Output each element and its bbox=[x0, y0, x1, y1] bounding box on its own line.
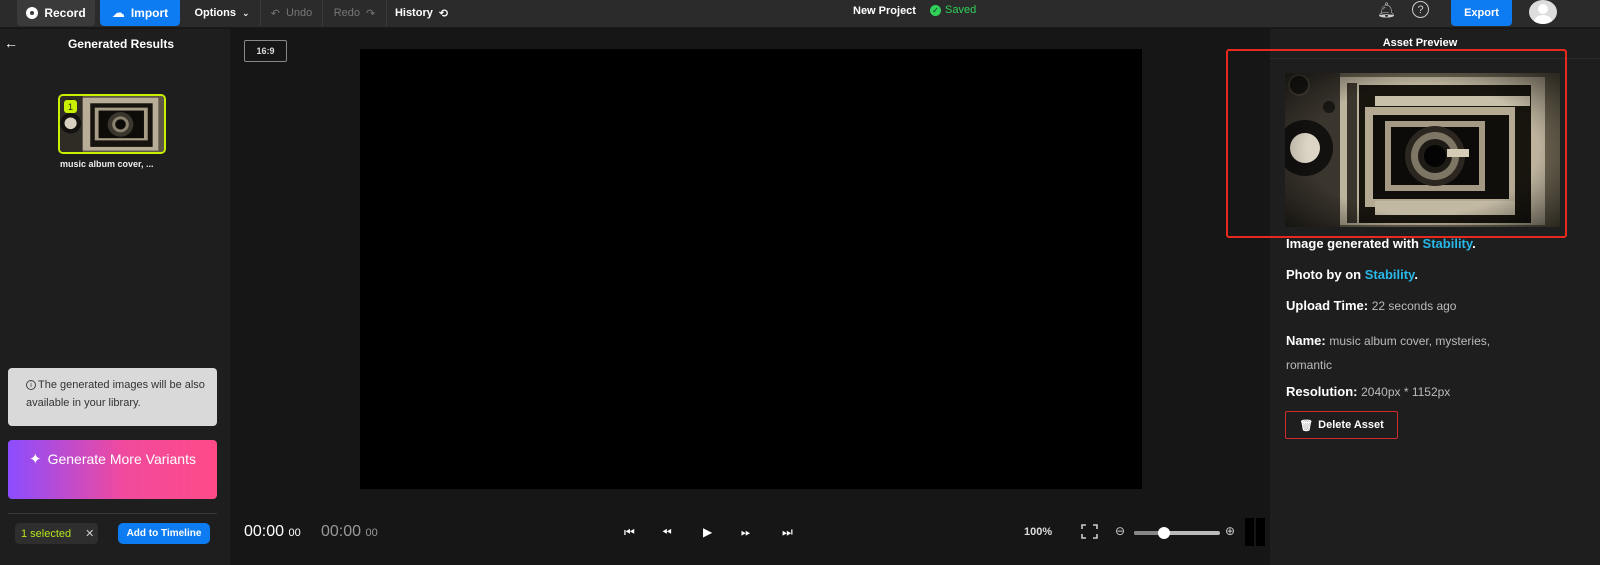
video-canvas[interactable] bbox=[360, 49, 1142, 489]
saved-status: ✓ Saved bbox=[930, 4, 976, 16]
undo-label: Undo bbox=[285, 7, 313, 19]
zoom-in-icon[interactable]: ⊕ bbox=[1225, 524, 1235, 538]
delete-label: Delete Asset bbox=[1318, 419, 1384, 431]
selection-count-chip: 1 selected ✕ bbox=[15, 523, 98, 544]
generate-label: Generate More Variants bbox=[47, 451, 196, 467]
rewind-icon[interactable]: ⏪︎ bbox=[662, 525, 672, 540]
add-to-timeline-button[interactable]: Add to Timeline bbox=[118, 523, 210, 544]
zoom-slider[interactable] bbox=[1134, 527, 1220, 539]
saved-label: Saved bbox=[945, 4, 977, 16]
result-label: music album cover, ... bbox=[60, 159, 154, 169]
resolution-label: Resolution: bbox=[1286, 384, 1358, 399]
panel-title: Generated Results bbox=[67, 37, 175, 51]
help-icon[interactable]: ? bbox=[1412, 1, 1429, 18]
skip-to-end-icon[interactable]: ⏭︎ bbox=[782, 525, 793, 540]
bell-icon[interactable]: 🔔︎ bbox=[1377, 1, 1396, 19]
history-label: History bbox=[394, 7, 433, 19]
generated-results-panel: ← Generated Results 1 music album cover,… bbox=[0, 29, 230, 565]
user-avatar[interactable] bbox=[1529, 0, 1557, 24]
selected-count: 1 selected bbox=[21, 527, 72, 540]
top-toolbar: Record ☁ Import Options ⌄ ↶ Undo Redo ↷ … bbox=[0, 0, 1600, 28]
record-button[interactable]: Record bbox=[17, 0, 95, 26]
selection-index-badge: 1 bbox=[64, 100, 77, 113]
sparkle-icon: ✦ bbox=[29, 451, 42, 468]
fast-forward-icon[interactable]: ⏩︎ bbox=[741, 525, 751, 540]
upload-time-value: 22 seconds ago bbox=[1371, 299, 1457, 313]
current-time-value: 00:00 bbox=[244, 523, 285, 540]
info-text: The generated images will be also availa… bbox=[26, 379, 205, 409]
aspect-ratio-button[interactable]: 16:9 bbox=[244, 40, 287, 62]
history-icon: ⟲ bbox=[438, 7, 449, 20]
photo-by-link[interactable]: Stability bbox=[1365, 267, 1415, 282]
fullscreen-icon[interactable] bbox=[1081, 524, 1098, 539]
resolution-line: Resolution: 2040px * 1152px bbox=[1286, 384, 1450, 399]
name-label: Name: bbox=[1286, 333, 1326, 348]
clear-selection-icon[interactable]: ✕ bbox=[85, 527, 94, 540]
zoom-out-icon[interactable]: ⊖ bbox=[1115, 524, 1125, 538]
total-time: 00:00 00 bbox=[321, 523, 378, 541]
cloud-upload-icon: ☁ bbox=[111, 5, 125, 20]
redo-label: Redo bbox=[333, 7, 361, 19]
project-title[interactable]: New Project bbox=[853, 5, 916, 17]
resolution-value: 2040px * 1152px bbox=[1361, 385, 1451, 399]
undo-icon: ↶ bbox=[270, 7, 280, 20]
divider bbox=[8, 513, 217, 514]
upload-time-line: Upload Time: 22 seconds ago bbox=[1286, 298, 1456, 313]
timeline-collapse-handle[interactable] bbox=[1245, 518, 1265, 546]
check-circle-icon: ✓ bbox=[930, 4, 941, 16]
generated-with-prefix: Image generated with bbox=[1286, 236, 1423, 251]
skip-to-start-icon[interactable]: ⏮︎ bbox=[624, 525, 635, 540]
export-button[interactable]: Export bbox=[1451, 0, 1512, 26]
result-thumbnail[interactable]: 1 bbox=[58, 94, 166, 154]
divider bbox=[1270, 58, 1600, 59]
options-label: Options bbox=[194, 7, 236, 19]
info-notice: i The generated images will be also avail… bbox=[8, 368, 217, 426]
zoom-percentage: 100% bbox=[1024, 526, 1053, 538]
panel-title: Asset Preview bbox=[1382, 37, 1458, 49]
generate-more-variants-button[interactable]: ✦ Generate More Variants bbox=[8, 440, 217, 499]
record-label: Record bbox=[44, 6, 86, 20]
import-button[interactable]: ☁ Import bbox=[100, 0, 180, 26]
redo-button[interactable]: Redo ↷ bbox=[322, 0, 386, 26]
current-time: 00:00 00 bbox=[244, 523, 301, 541]
history-button[interactable]: History ⟲ bbox=[386, 0, 456, 26]
redo-icon: ↷ bbox=[366, 7, 376, 20]
asset-preview-image bbox=[1285, 73, 1560, 227]
photo-by-line: Photo by on Stability. bbox=[1286, 267, 1418, 282]
camera-image bbox=[1285, 73, 1560, 227]
current-frames: 00 bbox=[288, 527, 301, 539]
trash-icon: 🗑︎ bbox=[1299, 419, 1314, 432]
total-frames: 00 bbox=[365, 527, 378, 539]
import-label: Import bbox=[130, 6, 169, 20]
info-icon: i bbox=[26, 380, 36, 390]
photo-by-prefix: Photo by on bbox=[1286, 267, 1365, 282]
upload-time-label: Upload Time: bbox=[1286, 298, 1369, 313]
zoom-slider-handle[interactable] bbox=[1158, 527, 1171, 539]
options-menu-button[interactable]: Options ⌄ bbox=[186, 0, 258, 26]
record-icon bbox=[26, 7, 39, 19]
asset-preview-panel: Asset Preview Image generated with Stabi… bbox=[1270, 29, 1600, 565]
generated-with-link[interactable]: Stability bbox=[1423, 236, 1473, 251]
generated-with-line: Image generated with Stability. bbox=[1286, 236, 1476, 251]
preview-stage: 16:9 00:00 00 00:00 00 ⏮︎ ⏪︎ ▶︎ ⏩︎ ⏭︎ 10… bbox=[230, 29, 1270, 565]
chevron-down-icon: ⌄ bbox=[242, 7, 250, 18]
delete-asset-button[interactable]: 🗑︎ Delete Asset bbox=[1285, 411, 1398, 439]
name-line: Name: music album cover, mysteries, roma… bbox=[1286, 329, 1536, 377]
total-time-value: 00:00 bbox=[321, 523, 362, 540]
play-icon[interactable]: ▶︎ bbox=[703, 525, 712, 539]
undo-button[interactable]: ↶ Undo bbox=[260, 0, 322, 26]
